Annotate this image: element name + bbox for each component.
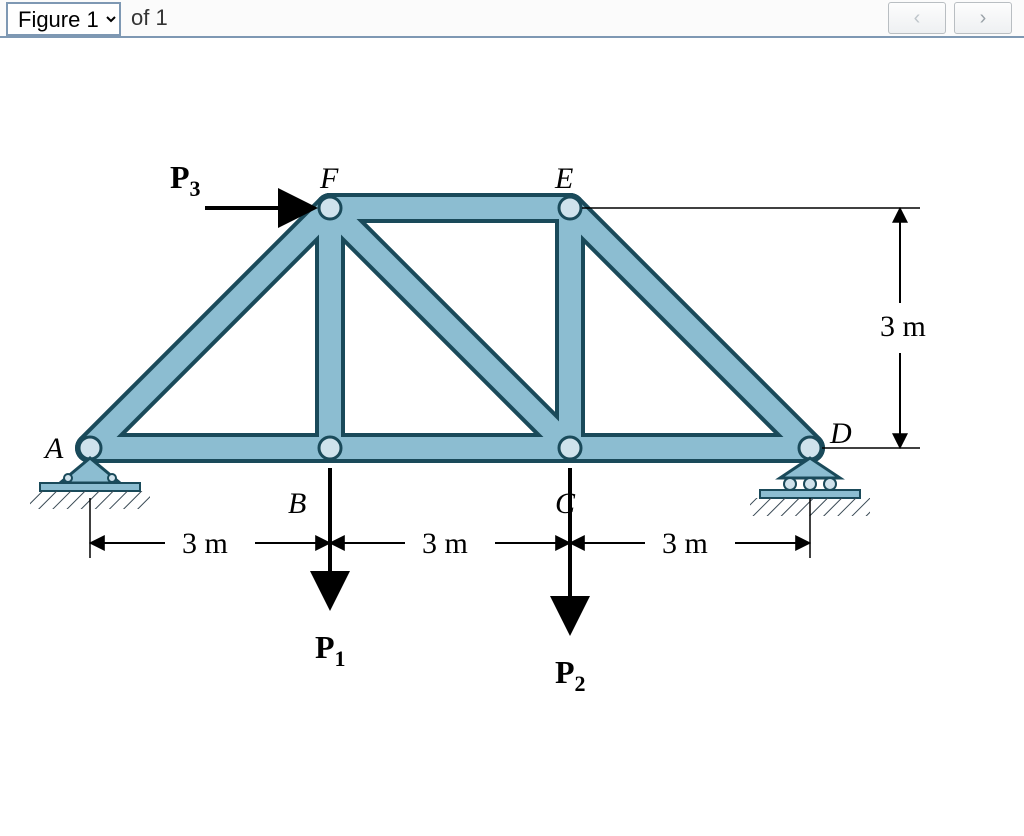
label-P3-sub: 3: [190, 176, 201, 201]
prev-figure-button[interactable]: ‹: [888, 2, 946, 34]
label-P1-sub: 1: [335, 646, 346, 671]
label-P1-main: P: [315, 629, 335, 665]
dim-height-label: 3 m: [880, 310, 926, 343]
dim-CD-label: 3 m: [662, 527, 708, 560]
node-F-label: F: [319, 162, 339, 195]
truss-diagram: 3 m 3 m 3 m 3 m: [0, 38, 1024, 836]
svg-text:P2: P2: [555, 654, 586, 696]
load-P1: P1: [315, 468, 346, 671]
dimension-height: 3 m: [880, 210, 926, 446]
figure-select[interactable]: Figure 1: [8, 5, 119, 33]
dim-BC-label: 3 m: [422, 527, 468, 560]
svg-text:P1: P1: [315, 629, 346, 671]
figure-select-wrap[interactable]: Figure 1: [6, 2, 121, 36]
node-B-label: B: [288, 487, 306, 520]
figure-count-label: of 1: [131, 5, 168, 31]
dim-AB-label: 3 m: [182, 527, 228, 560]
svg-text:P3: P3: [170, 159, 201, 201]
label-P3-main: P: [170, 159, 190, 195]
node-A-label: A: [43, 432, 64, 465]
figure-nav: ‹ ›: [888, 2, 1012, 34]
label-P2-main: P: [555, 654, 575, 690]
member-fills: [90, 208, 810, 448]
diagram-stage: 3 m 3 m 3 m 3 m: [0, 38, 1024, 836]
chevron-left-icon: ‹: [914, 7, 921, 30]
node-D-label: D: [829, 417, 852, 450]
label-P2-sub: 2: [575, 671, 586, 696]
node-C-label: C: [555, 487, 576, 520]
figure-toolbar: Figure 1 of 1 ‹ ›: [0, 0, 1024, 38]
node-E-label: E: [554, 162, 573, 195]
chevron-right-icon: ›: [980, 7, 987, 30]
app-window: Figure 1 of 1 ‹ ›: [0, 0, 1024, 836]
load-P3: P3: [170, 159, 310, 208]
next-figure-button[interactable]: ›: [954, 2, 1012, 34]
dimension-BC: 3 m: [332, 468, 570, 560]
